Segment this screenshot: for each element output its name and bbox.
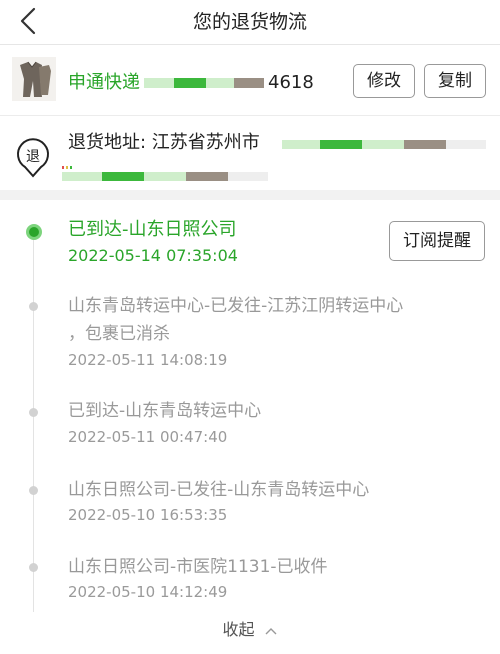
timeline-dot — [29, 563, 38, 572]
timeline-line — [33, 232, 34, 612]
redaction-block — [144, 78, 264, 88]
return-address: 退货地址: 江苏省苏州市 — [68, 132, 260, 153]
timeline-dot-active — [26, 224, 42, 240]
copy-button[interactable]: 复制 — [424, 64, 486, 98]
timeline-dot — [29, 408, 38, 417]
product-thumbnail — [12, 57, 56, 101]
tracking-suffix: 4618 — [268, 72, 314, 93]
timeline-event-title: 山东日照公司-已发往-山东青岛转运中心 — [68, 480, 370, 500]
timeline-event-title: 山东日照公司-市医院1131-已收件 — [68, 557, 328, 577]
edit-button[interactable]: 修改 — [353, 64, 415, 98]
return-icon-char: 退 — [26, 149, 40, 165]
return-location-icon: 退 — [17, 138, 49, 178]
collapse-label: 收起 — [222, 620, 255, 639]
tracking-number[interactable]: 申通快递 4618 — [68, 68, 314, 94]
timeline-event-time: 2022-05-11 14:08:19 — [68, 351, 228, 369]
timeline-event-time: 2022-05-14 07:35:04 — [68, 246, 238, 265]
page-title: 您的退货物流 — [192, 11, 307, 33]
timeline-event-title: 山东青岛转运中心-已发往-江苏江阴转运中心 — [68, 296, 404, 316]
return-address-row[interactable]: 退 退货地址: 江苏省苏州市 — [0, 116, 500, 200]
subscribe-button[interactable]: 订阅提醒 — [389, 221, 485, 261]
timeline-event-title: 已到达-山东日照公司 — [68, 219, 237, 240]
nav-header: 您的退货物流 — [0, 0, 500, 45]
timeline-dot — [29, 486, 38, 495]
package-row: 申通快递 4618 修改 复制 — [0, 45, 500, 116]
timeline-event-time: 2022-05-10 14:12:49 — [68, 583, 228, 601]
logistics-timeline: 已到达-山东日照公司 2022-05-14 07:35:04 订阅提醒 山东青岛… — [0, 200, 500, 654]
timeline-dot — [29, 302, 38, 311]
collapse-toggle[interactable]: 收起 — [0, 616, 500, 640]
chevron-up-icon — [265, 627, 277, 634]
courier-name: 申通快递 — [68, 72, 140, 93]
timeline-event-title: 已到达-山东青岛转运中心 — [68, 401, 262, 421]
timeline-event-title-cont: ，包裹已消杀 — [68, 324, 170, 344]
timeline-event-time: 2022-05-11 00:47:40 — [68, 428, 228, 446]
timeline-event-time: 2022-05-10 16:53:35 — [68, 506, 228, 524]
